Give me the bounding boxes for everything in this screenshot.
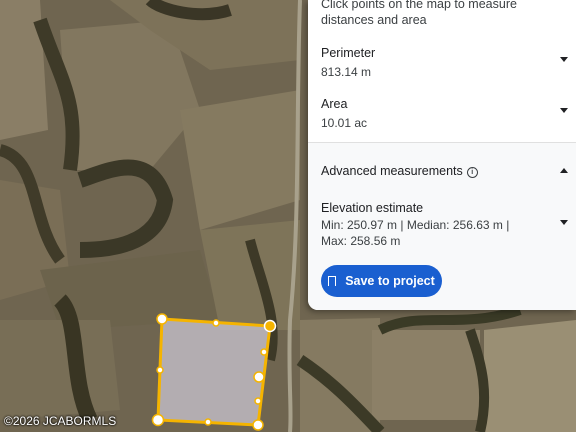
info-icon[interactable]: i xyxy=(466,167,478,178)
chevron-down-icon[interactable] xyxy=(560,220,568,225)
elevation-row[interactable]: Elevation estimate Min: 250.97 m | Media… xyxy=(321,200,568,249)
chevron-down-icon[interactable] xyxy=(560,57,568,62)
vertex-handle xyxy=(156,313,168,325)
chevron-down-icon[interactable] xyxy=(560,108,568,113)
perimeter-row[interactable]: Perimeter 813.14 m xyxy=(321,45,568,80)
elevation-value: Min: 250.97 m | Median: 256.63 m | Max: … xyxy=(321,218,510,248)
measured-area-polygon[interactable] xyxy=(156,317,272,427)
midpoint-handle xyxy=(204,418,212,426)
save-button-label: Save to project xyxy=(345,274,435,288)
advanced-label: Advanced measurements xyxy=(321,164,463,178)
bookmark-icon xyxy=(328,276,337,287)
vertex-handle xyxy=(263,319,277,333)
chevron-up-icon[interactable] xyxy=(560,168,568,173)
area-value: 10.01 ac xyxy=(321,116,368,130)
vertex-handle xyxy=(151,413,165,427)
advanced-header[interactable]: Advanced measurements i xyxy=(321,163,568,179)
perimeter-label: Perimeter xyxy=(321,46,376,60)
midpoint-handle xyxy=(212,319,220,327)
midpoint-handle xyxy=(156,366,164,374)
vertex-handle xyxy=(252,419,264,431)
perimeter-value: 813.14 m xyxy=(321,65,372,79)
watermark: ©2026 JCABORMLS xyxy=(4,414,117,428)
midpoint-handle xyxy=(254,397,262,405)
measurement-panel: Click points on the map to measure dista… xyxy=(308,0,576,310)
vertex-handle xyxy=(253,371,265,383)
midpoint-handle xyxy=(260,348,268,356)
elevation-label: Elevation estimate xyxy=(321,201,424,215)
area-row[interactable]: Area 10.01 ac xyxy=(321,96,568,131)
instruction-text: Click points on the map to measure dista… xyxy=(321,0,517,27)
area-label: Area xyxy=(321,97,348,111)
save-to-project-button[interactable]: Save to project xyxy=(321,265,442,297)
